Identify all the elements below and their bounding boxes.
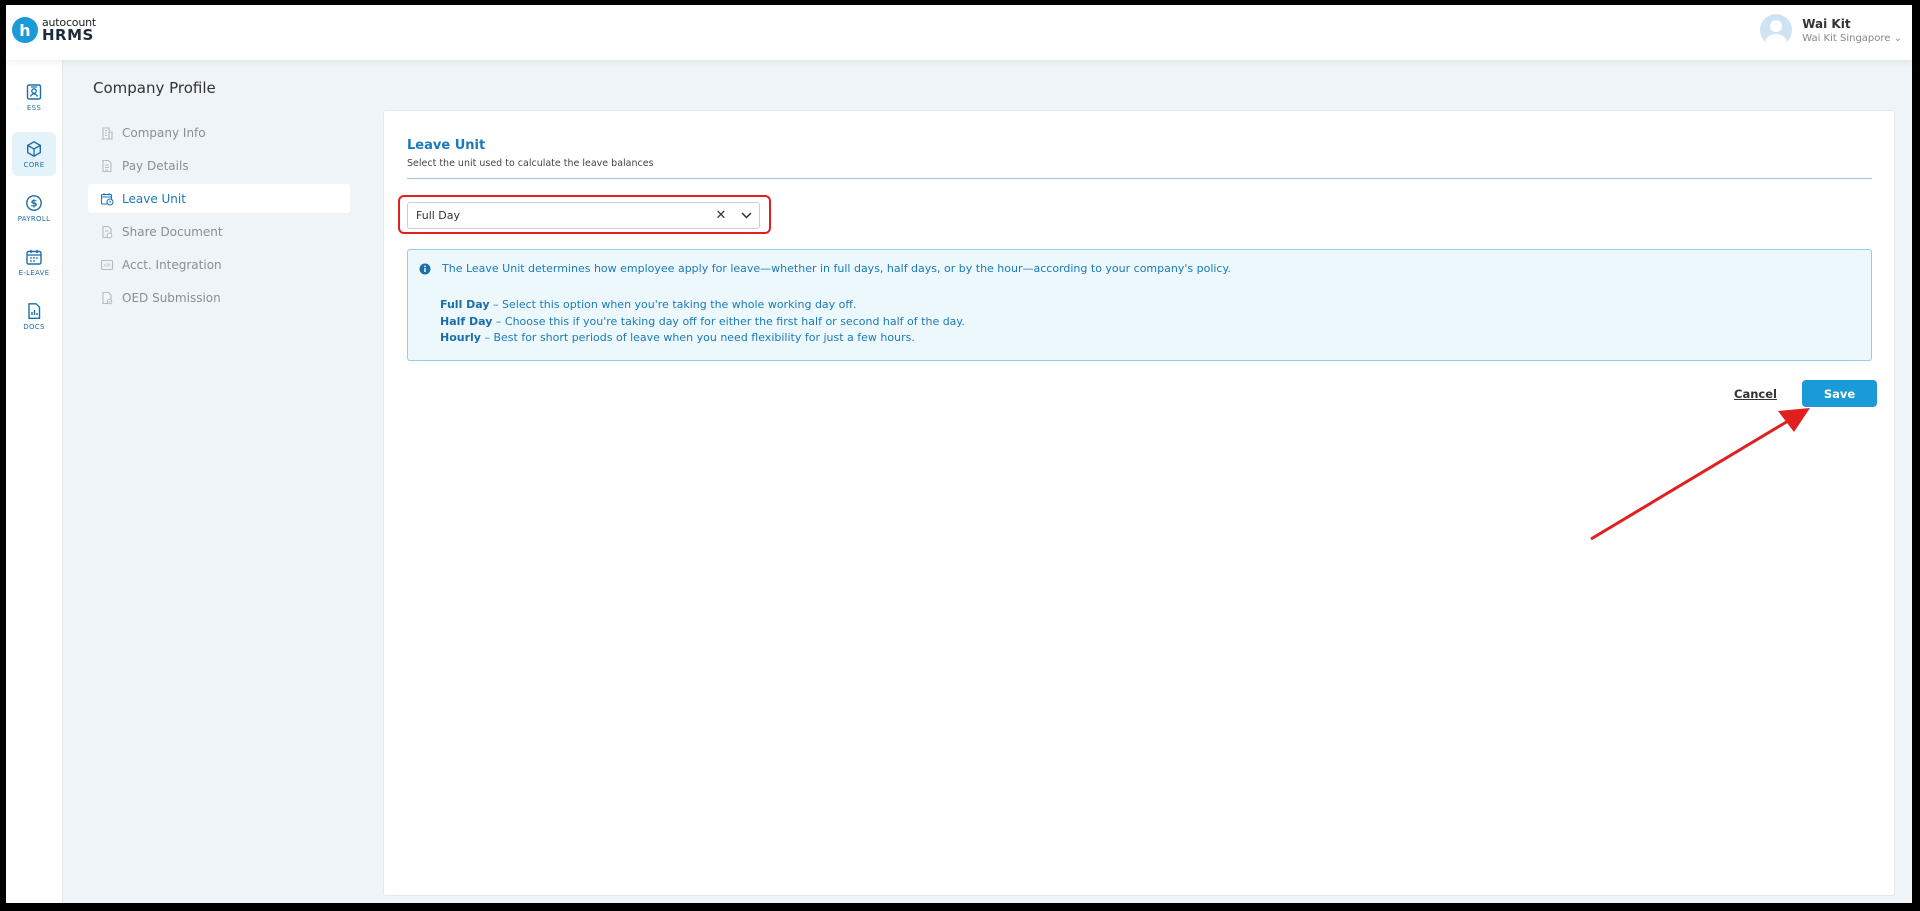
submenu-item-pay-details[interactable]: Pay Details [88, 151, 350, 180]
section-divider [407, 178, 1872, 179]
svg-text:$: $ [31, 198, 38, 209]
logo-mark: h [12, 17, 38, 43]
leave-unit-card: Leave Unit Select the unit used to calcu… [383, 110, 1895, 896]
option-desc: – Choose this if you're taking day off f… [492, 314, 965, 328]
rail-item-payroll[interactable]: $ PAYROLL [12, 186, 56, 230]
rail-label: PAYROLL [17, 214, 51, 223]
info-icon [419, 263, 431, 275]
clear-icon[interactable]: ✕ [709, 208, 733, 223]
app-frame: h autocount HRMS Wai Kit Wai Kit Singapo… [6, 5, 1912, 903]
rail-label: DOCS [23, 322, 45, 331]
option-desc: – Best for short periods of leave when y… [480, 331, 915, 344]
docs-icon [28, 302, 41, 319]
submission-icon [102, 291, 113, 304]
rail-item-eleave[interactable]: E-LEAVE [12, 240, 56, 284]
section-title: Leave Unit [407, 138, 486, 153]
info-option-hourly: Hourly – Best for short periods of leave… [440, 330, 965, 347]
info-box: The Leave Unit determines how employee a… [407, 249, 1872, 361]
submenu-item-leave-unit[interactable]: Leave Unit [88, 184, 350, 213]
leave-unit-select[interactable]: Full Day ✕ [407, 202, 760, 229]
logo-product-text: HRMS [42, 26, 94, 44]
top-bar: h autocount HRMS Wai Kit Wai Kit Singapo… [6, 5, 1912, 60]
document-icon [102, 159, 112, 172]
rail-item-core[interactable]: CORE [12, 132, 56, 176]
section-subtitle: Select the unit used to calculate the le… [407, 158, 654, 169]
cancel-button[interactable]: Cancel [1734, 387, 1777, 401]
option-name: Half Day [440, 314, 493, 328]
option-desc: – Select this option when you're taking … [489, 298, 857, 311]
submenu-label: Company Info [122, 125, 206, 140]
page-title: Company Profile [93, 79, 216, 97]
submenu-label: Leave Unit [122, 191, 186, 206]
avatar [1760, 14, 1793, 46]
calendar-icon [26, 249, 42, 265]
info-option-full-day: Full Day – Select this option when you'r… [440, 297, 965, 314]
ess-icon [26, 83, 42, 100]
chevron-down-icon[interactable] [733, 212, 759, 219]
option-name: Hourly [440, 331, 481, 344]
rail-label: E-LEAVE [18, 268, 50, 277]
calendar-clock-icon [100, 192, 114, 206]
integration-icon: API [100, 259, 114, 270]
submenu-label: Acct. Integration [122, 257, 222, 272]
payroll-icon: $ [26, 194, 42, 211]
user-name: Wai Kit [1802, 16, 1851, 31]
module-rail: ESS CORE $ PAYROLL E-LEAVE DOCS [6, 60, 63, 903]
svg-text:API: API [103, 263, 110, 269]
user-company-dropdown[interactable]: Wai Kit Singapore ⌄ [1802, 33, 1902, 44]
rail-item-docs[interactable]: DOCS [12, 294, 56, 338]
submenu-item-oed-submission[interactable]: OED Submission [88, 283, 350, 312]
leave-unit-select-value: Full Day [416, 209, 461, 222]
info-text: The Leave Unit determines how employee a… [442, 262, 1231, 275]
core-icon [27, 140, 41, 157]
rail-label: CORE [23, 160, 45, 169]
app-logo[interactable]: h autocount HRMS [12, 17, 96, 43]
info-option-half-day: Half Day – Choose this if you're taking … [440, 314, 965, 331]
submenu-label: OED Submission [122, 290, 221, 305]
option-name: Full Day [440, 298, 490, 311]
submenu-item-acct-integration[interactable]: API Acct. Integration [88, 250, 350, 279]
submenu-item-company-info[interactable]: Company Info [88, 118, 350, 147]
building-icon [101, 126, 113, 140]
user-menu[interactable]: Wai Kit Wai Kit Singapore ⌄ [1760, 14, 1902, 46]
company-profile-menu: Company Info Pay Details Leave Unit Shar… [88, 118, 350, 316]
share-document-icon [102, 225, 113, 238]
submenu-label: Pay Details [122, 158, 189, 173]
submenu-label: Share Document [122, 224, 223, 239]
save-button[interactable]: Save [1802, 380, 1877, 407]
rail-item-ess[interactable]: ESS [12, 75, 56, 119]
rail-label: ESS [26, 103, 42, 112]
submenu-item-share-document[interactable]: Share Document [88, 217, 350, 246]
